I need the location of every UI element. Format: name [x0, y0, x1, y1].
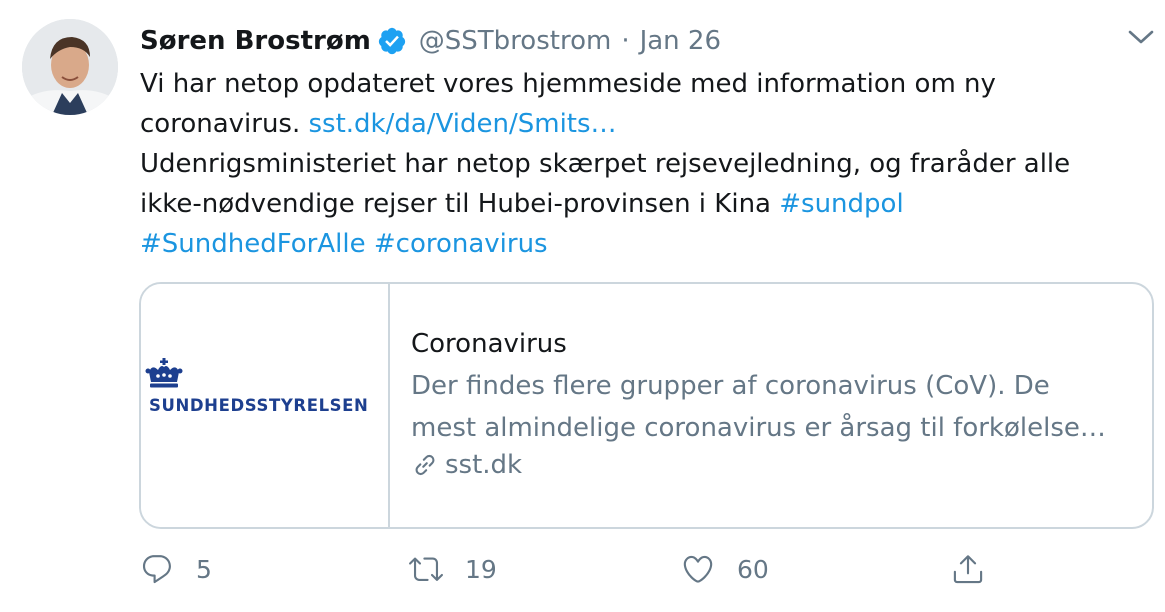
retweet-icon — [409, 557, 443, 581]
tweet-text-fragment: coronavirus. — [140, 109, 309, 139]
retweet-count: 19 — [465, 554, 497, 584]
tweet-text-line: Vi har netop opdateret vores hjemmeside … — [140, 69, 996, 99]
tweet-text-fragment: ikke-nødvendige rejser til Hubei-provins… — [140, 189, 780, 219]
card-image: SUNDHEDSSTYRELSEN — [141, 284, 390, 527]
card-description-line: mest almindelige coronavirus er årsag ti… — [411, 413, 1106, 443]
author-handle[interactable]: @SSTbrostrom — [419, 26, 612, 56]
card-description-line: Der findes flere grupper af coronavirus … — [411, 371, 1050, 401]
card-text: Coronavirus Der findes flere grupper af … — [411, 326, 1151, 480]
tweet: Søren Brostrøm @SSTbrostrom · Jan 26 Vi … — [0, 0, 1165, 612]
tweet-url-link[interactable]: sst.dk/da/Viden/Smits… — [309, 109, 617, 139]
hashtag-link[interactable]: #sundpol — [779, 189, 903, 219]
card-description: Der findes flere grupper af coronavirus … — [411, 365, 1151, 449]
like-button[interactable]: 60 — [681, 552, 769, 586]
share-icon — [953, 555, 983, 584]
logo-wordmark: SUNDHEDSSTYRELSEN — [149, 396, 369, 415]
author-name[interactable]: Søren Brostrøm — [140, 26, 371, 56]
avatar[interactable] — [22, 19, 118, 115]
verified-badge-icon — [378, 27, 405, 55]
tweet-text-line: ikke-nødvendige rejser til Hubei-provins… — [140, 184, 1140, 224]
link-icon — [415, 454, 435, 476]
header-separator: · — [621, 26, 630, 56]
retweet-button[interactable]: 19 — [409, 552, 497, 586]
hashtag-link[interactable]: #coronavirus — [374, 229, 548, 259]
tweet-text-line: coronavirus. sst.dk/da/Viden/Smits… — [140, 104, 1140, 144]
card-domain-text: sst.dk — [445, 450, 523, 480]
tweet-text-line: #SundhedForAlle #coronavirus — [140, 224, 1140, 264]
heart-icon — [683, 555, 713, 583]
share-button[interactable] — [951, 552, 1007, 586]
tweet-date[interactable]: Jan 26 — [640, 26, 721, 56]
link-preview-card[interactable]: SUNDHEDSSTYRELSEN Coronavirus Der findes… — [139, 282, 1154, 529]
tweet-text: Vi har netop opdateret vores hjemmeside … — [140, 64, 1140, 264]
reply-button[interactable]: 5 — [140, 552, 212, 586]
reply-count: 5 — [196, 554, 212, 584]
tweet-header: Søren Brostrøm @SSTbrostrom · Jan 26 — [140, 22, 721, 60]
avatar-photo — [22, 19, 118, 115]
like-count: 60 — [737, 554, 769, 584]
tweet-text-line: Udenrigsministeriet har netop skærpet re… — [140, 149, 1071, 179]
hashtag-link[interactable]: #SundhedForAlle — [140, 229, 366, 259]
tweet-actions: 5 19 60 — [0, 552, 1165, 596]
crown-icon — [145, 358, 183, 388]
chevron-down-icon[interactable] — [1126, 27, 1156, 47]
reply-icon — [142, 555, 171, 584]
card-title: Coronavirus — [411, 329, 567, 359]
card-domain: sst.dk — [411, 450, 1151, 480]
